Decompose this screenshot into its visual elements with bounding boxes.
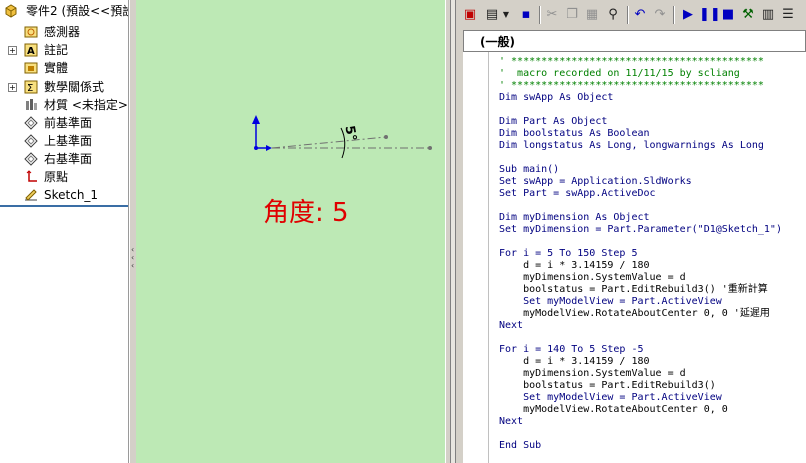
collapse-grip-icon[interactable]: ‹ ‹ ‹ xyxy=(131,246,135,272)
angle-readout: 角度: 5 xyxy=(263,198,349,228)
insert-module-icon[interactable]: ▤ xyxy=(483,5,501,25)
tree-item-sketch[interactable]: Sketch_1 xyxy=(0,186,128,204)
tree-item-label: 材質 <未指定> xyxy=(44,98,128,112)
dropdown-icon[interactable]: ▼ xyxy=(501,5,511,25)
code-line[interactable]: Next xyxy=(499,320,523,331)
properties-icon[interactable]: ☰ xyxy=(779,5,797,25)
code-line[interactable]: ' **************************************… xyxy=(499,56,764,67)
code-line[interactable]: Set myModelView = Part.ActiveView xyxy=(499,392,722,403)
tree-item-material[interactable]: 材質 <未指定> xyxy=(0,96,128,114)
code-line[interactable]: d = i * 3.14159 / 180 xyxy=(499,356,649,367)
code-line[interactable]: Set swApp = Application.SldWorks xyxy=(499,176,692,187)
code-line[interactable]: End Sub xyxy=(499,440,541,451)
solid-body-icon xyxy=(24,62,38,74)
sketch-icon xyxy=(25,189,37,201)
tree-item-equations[interactable]: + Σ 數學關係式 xyxy=(0,78,128,96)
sketch-canvas: 5° xyxy=(252,115,432,159)
paste-icon[interactable]: ▦ xyxy=(583,5,601,25)
feature-manager-tree: 零件2 (預設<<預設 感測器 + A 註記 實體 + Σ 數學關係式 材質 <… xyxy=(0,0,129,463)
code-line[interactable]: ' **************************************… xyxy=(499,80,764,91)
design-mode-icon[interactable]: ⚒ xyxy=(739,5,757,25)
code-text[interactable]: ' **************************************… xyxy=(499,56,782,452)
find-icon[interactable]: ⚲ xyxy=(603,5,623,25)
code-line[interactable]: myModelView.RotateAboutCenter 0, 0 xyxy=(499,404,728,415)
graphics-viewport[interactable]: 5° 角度: 5 xyxy=(136,0,445,463)
tree-item-solid-bodies[interactable]: 實體 xyxy=(0,59,128,77)
expand-icon[interactable]: + xyxy=(8,83,17,92)
tree-item-sensors[interactable]: 感測器 xyxy=(0,23,128,41)
code-line[interactable]: Sub main() xyxy=(499,164,559,175)
project-explorer-icon[interactable]: ▥ xyxy=(759,5,777,25)
code-line[interactable]: For i = 5 To 150 Step 5 xyxy=(499,248,637,259)
undo-icon[interactable]: ↶ xyxy=(631,5,649,25)
tree-item-front-plane[interactable]: 前基準面 xyxy=(0,114,128,132)
code-line[interactable]: boolstatus = Part.EditRebuild3() '重新計算 xyxy=(499,284,768,295)
tree-item-origin[interactable]: 原點 xyxy=(0,168,128,186)
code-line[interactable]: Set Part = swApp.ActiveDoc xyxy=(499,188,656,199)
run-icon[interactable]: ▶ xyxy=(679,5,697,25)
plane-icon xyxy=(24,116,38,130)
code-line[interactable]: For i = 140 To 5 Step -5 xyxy=(499,344,644,355)
tree-item-annotations[interactable]: + A 註記 xyxy=(0,41,128,59)
code-line[interactable]: d = i * 3.14159 / 180 xyxy=(499,260,649,271)
code-line[interactable]: Set myModelView = Part.ActiveView xyxy=(499,296,722,307)
tree-item-label: 數學關係式 xyxy=(44,80,105,94)
code-line[interactable]: Dim longstatus As Long, longwarnings As … xyxy=(499,140,764,151)
equations-icon: Σ xyxy=(24,80,38,94)
code-line[interactable]: myDimension.SystemValue = d xyxy=(499,368,686,379)
material-icon xyxy=(26,99,37,110)
vba-editor: ▣ ▤ ▼ ▪ ✂ ❐ ▦ ⚲ ↶ ↷ ▶ ❚❚ ■ ⚒ ▥ ☰ (一般) ' … xyxy=(457,0,806,463)
code-line[interactable]: Dim swApp As Object xyxy=(499,92,613,103)
save-icon[interactable]: ▪ xyxy=(517,5,535,25)
tree-item-label: 右基準面 xyxy=(44,152,93,166)
origin-icon xyxy=(26,170,37,182)
code-margin xyxy=(463,52,489,463)
code-line[interactable]: myDimension.SystemValue = d xyxy=(499,272,686,283)
redo-icon[interactable]: ↷ xyxy=(651,5,669,25)
tree-item-top-plane[interactable]: 上基準面 xyxy=(0,132,128,150)
part-icon xyxy=(5,4,17,18)
centerline-angled[interactable] xyxy=(271,136,387,149)
code-line[interactable]: boolstatus = Part.EditRebuild3() xyxy=(499,380,716,391)
code-window[interactable]: ' **************************************… xyxy=(463,52,806,463)
cut-icon[interactable]: ✂ xyxy=(543,5,561,25)
svg-text:A: A xyxy=(27,46,35,57)
expand-icon[interactable]: + xyxy=(8,46,17,55)
vba-toolbar: ▣ ▤ ▼ ▪ ✂ ❐ ▦ ⚲ ↶ ↷ ▶ ❚❚ ■ ⚒ ▥ ☰ xyxy=(457,0,806,31)
code-line[interactable]: myModelView.RotateAboutCenter 0, 0 '延遲用 xyxy=(499,308,770,319)
pause-icon[interactable]: ❚❚ xyxy=(699,5,721,25)
annotations-icon: A xyxy=(24,43,38,57)
svg-text:Σ: Σ xyxy=(27,83,33,94)
code-line[interactable]: Dim myDimension As Object xyxy=(499,212,650,223)
object-combo[interactable]: (一般) xyxy=(463,30,806,52)
tree-item-label: 感測器 xyxy=(44,25,81,39)
solidworks-icon[interactable]: ▣ xyxy=(461,5,479,25)
tree-item-label: 註記 xyxy=(44,43,69,57)
tree-item-label: 原點 xyxy=(44,170,69,184)
tree-item-right-plane[interactable]: 右基準面 xyxy=(0,150,128,168)
sketch-endpoint[interactable] xyxy=(428,146,432,150)
plane-icon xyxy=(24,134,38,148)
copy-icon[interactable]: ❐ xyxy=(563,5,581,25)
tree-root-label: 零件2 (預設<<預設 xyxy=(26,4,128,18)
tree-item-label: 實體 xyxy=(44,61,69,75)
code-line[interactable]: Next xyxy=(499,416,523,427)
stop-icon[interactable]: ■ xyxy=(719,5,737,25)
sensor-icon xyxy=(24,26,38,38)
sketch-endpoint[interactable] xyxy=(384,135,388,139)
angle-dimension-label[interactable]: 5° xyxy=(341,124,358,142)
tree-item-label: 上基準面 xyxy=(44,134,93,148)
code-line[interactable]: Dim Part As Object xyxy=(499,116,607,127)
tree-selection-line xyxy=(0,205,128,207)
tree-root-part[interactable]: 零件2 (預設<<預設 xyxy=(0,2,128,20)
tree-item-label: 前基準面 xyxy=(44,116,93,130)
plane-icon xyxy=(24,152,38,166)
object-combo-value: (一般) xyxy=(480,35,515,49)
code-line[interactable]: Dim boolstatus As Boolean xyxy=(499,128,650,139)
origin-triad xyxy=(252,115,272,151)
tree-item-label: Sketch_1 xyxy=(44,188,99,202)
code-line[interactable]: ' macro recorded on 11/11/15 by scliang xyxy=(499,68,740,79)
code-line[interactable]: Set myDimension = Part.Parameter("D1@Ske… xyxy=(499,224,782,235)
